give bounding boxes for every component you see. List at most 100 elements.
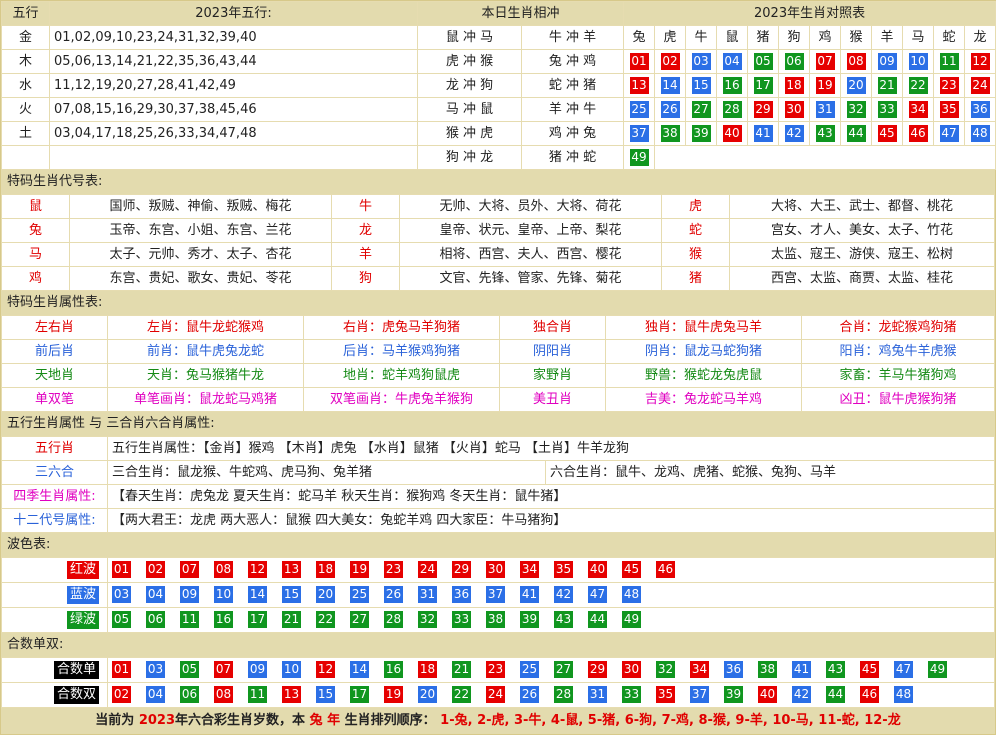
zodiac-number-cell: 19 — [809, 73, 842, 98]
zodiac-number-cell: 34 — [902, 97, 935, 122]
number-ball: 13 — [282, 561, 301, 578]
number-ball: 44 — [588, 611, 607, 628]
number-ball: 04 — [146, 686, 165, 703]
zodiac-name: 鸡 — [1, 266, 70, 291]
number-ball: 45 — [622, 561, 641, 578]
wave-row: 绿波 05 06 11 16 17 21 22 27 28 32 33 38 39 43 44 49 — [1, 607, 995, 633]
number-ball: 12 — [970, 52, 990, 70]
number-ball: 31 — [815, 100, 835, 118]
col-zodiac-chart: 2023年生肖对照表 — [623, 1, 996, 26]
attr-name: 单双笔 — [1, 387, 108, 412]
waves-table: 红波 01 02 07 08 12 13 18 19 23 24 29 30 34 35 40 45 46 蓝波 03… — [1, 557, 995, 633]
number-ball: 01 — [112, 661, 131, 678]
number-ball: 48 — [894, 686, 913, 703]
wuxing-label: 五行肖 — [1, 436, 108, 461]
number-ball: 04 — [722, 52, 742, 70]
number-ball: 35 — [656, 686, 675, 703]
number-ball: 35 — [939, 100, 959, 118]
zodiac-number-cell: 47 — [933, 121, 966, 146]
footer-bar: 当前为 2023年六合彩生肖岁数，本 兔 年 生肖排列顺序： 1-兔, 2-虎,… — [1, 708, 995, 734]
number-ball: 20 — [418, 686, 437, 703]
number-ball: 11 — [939, 52, 959, 70]
number-ball: 09 — [248, 661, 267, 678]
codes-row: 马太子、元帅、秀才、太子、杏花羊相将、西宫、夫人、西宫、樱花猴太监、寇王、游侠、… — [1, 242, 995, 267]
zodiac-number-cell: 28 — [716, 97, 749, 122]
attr-value: 阳肖：鸡兔牛羊虎猴 — [801, 339, 995, 364]
zodiac-header-cell: 牛 — [685, 25, 718, 50]
zodiac-name: 马 — [1, 242, 70, 267]
number-ball: 25 — [629, 100, 649, 118]
zodiac-number-cell: 43 — [809, 121, 842, 146]
number-ball: 06 — [146, 611, 165, 628]
number-ball: 39 — [520, 611, 539, 628]
parity-label: 合数双 — [53, 686, 99, 704]
number-ball: 28 — [554, 686, 573, 703]
wave-label: 绿波 — [66, 611, 99, 629]
number-ball: 49 — [622, 611, 641, 628]
number-ball: 06 — [784, 52, 804, 70]
number-ball: 33 — [622, 686, 641, 703]
number-ball: 15 — [691, 76, 711, 94]
zodiac-codes: 相将、西宫、夫人、西宫、樱花 — [399, 242, 662, 267]
attr-value: 家畜：羊马牛猪狗鸡 — [801, 363, 995, 388]
codes-table: 鼠国师、叛贼、神偷、叛贼、梅花牛无帅、大将、员外、大将、荷花虎大将、大王、武士、… — [1, 194, 995, 291]
number-ball: 32 — [418, 611, 437, 628]
number-ball: 34 — [690, 661, 709, 678]
wuxing-text: 五行生肖属性：【金肖】猴鸡 【木肖】虎兔 【水肖】鼠猪 【火肖】蛇马 【土肖】牛… — [107, 436, 995, 461]
number-ball: 12 — [248, 561, 267, 578]
wuxing-element: 木 — [1, 49, 50, 74]
attr-value: 双笔画肖：牛虎兔羊猴狗 — [303, 387, 500, 412]
footer-text-b: 年六合彩生肖岁数，本 — [175, 713, 306, 728]
number-ball: 16 — [384, 661, 403, 678]
number-ball: 28 — [384, 611, 403, 628]
zodiac-name: 狗 — [331, 266, 400, 291]
five-title: 五行生肖属性 与 三合肖六合肖属性: — [1, 412, 995, 436]
wuxing-element: 金 — [1, 25, 50, 50]
number-ball: 15 — [316, 686, 335, 703]
zodiac-number-cell: 21 — [871, 73, 904, 98]
col-wuxing: 五行 — [1, 1, 50, 26]
number-ball: 03 — [146, 661, 165, 678]
attr-value: 左肖：鼠牛龙蛇猴鸡 — [107, 315, 304, 340]
number-ball: 34 — [908, 100, 928, 118]
wave-label-cell: 红波 — [1, 557, 108, 583]
number-ball: 22 — [452, 686, 471, 703]
number-ball: 08 — [214, 686, 233, 703]
season-label: 四季生肖属性: — [1, 484, 108, 509]
number-ball: 29 — [588, 661, 607, 678]
attrs-title: 特码生肖属性表: — [1, 291, 995, 315]
waves-title: 波色表: — [1, 533, 995, 557]
clash-pair: 马 冲 鼠 — [417, 97, 522, 122]
footer-zodiac: 兔 年 — [309, 713, 341, 728]
page: 五行 2023年五行: 本日生肖相冲 2023年生肖对照表 金 01,02,09,… — [0, 0, 996, 735]
number-ball: 22 — [316, 611, 335, 628]
number-ball: 18 — [784, 76, 804, 94]
zodiac-number-cell: 30 — [778, 97, 811, 122]
number-ball: 30 — [486, 561, 505, 578]
number-ball: 01 — [112, 561, 131, 578]
attr-value: 凶丑：鼠牛虎猴狗猪 — [801, 387, 995, 412]
zodiac-name: 牛 — [331, 194, 400, 219]
five-table: 五行肖 五行生肖属性：【金肖】猴鸡 【木肖】虎兔 【水肖】鼠猪 【火肖】蛇马 【… — [1, 436, 995, 533]
zodiac-number-cell: 12 — [964, 49, 996, 74]
zodiac-number-cell: 46 — [902, 121, 935, 146]
attr-value: 合肖：龙蛇猴鸡狗猪 — [801, 315, 995, 340]
wave-label: 蓝波 — [66, 586, 99, 604]
clash-pair: 蛇 冲 猪 — [520, 73, 625, 98]
number-ball: 30 — [784, 100, 804, 118]
zodiac-number-cell: 41 — [747, 121, 780, 146]
number-ball: 16 — [214, 611, 233, 628]
zodiac-header-cell: 蛇 — [933, 25, 966, 50]
number-ball: 07 — [180, 561, 199, 578]
zodiac-number-cell: 25 — [623, 97, 656, 122]
number-ball: 43 — [826, 661, 845, 678]
number-ball: 02 — [660, 52, 680, 70]
zodiac-number-cell: 15 — [685, 73, 718, 98]
zodiac-name: 蛇 — [661, 218, 730, 243]
parity-numbers: 02 04 06 08 11 13 15 17 19 20 22 24 26 28 31 33 35 37 39 40… — [107, 682, 995, 708]
zodiac-header-cell: 兔 — [623, 25, 656, 50]
clash-pair: 牛 冲 羊 — [520, 25, 625, 50]
number-ball: 42 — [554, 586, 573, 603]
attr-value: 后肖：马羊猴鸡狗猪 — [303, 339, 500, 364]
zodiac-number-cell: 03 — [685, 49, 718, 74]
